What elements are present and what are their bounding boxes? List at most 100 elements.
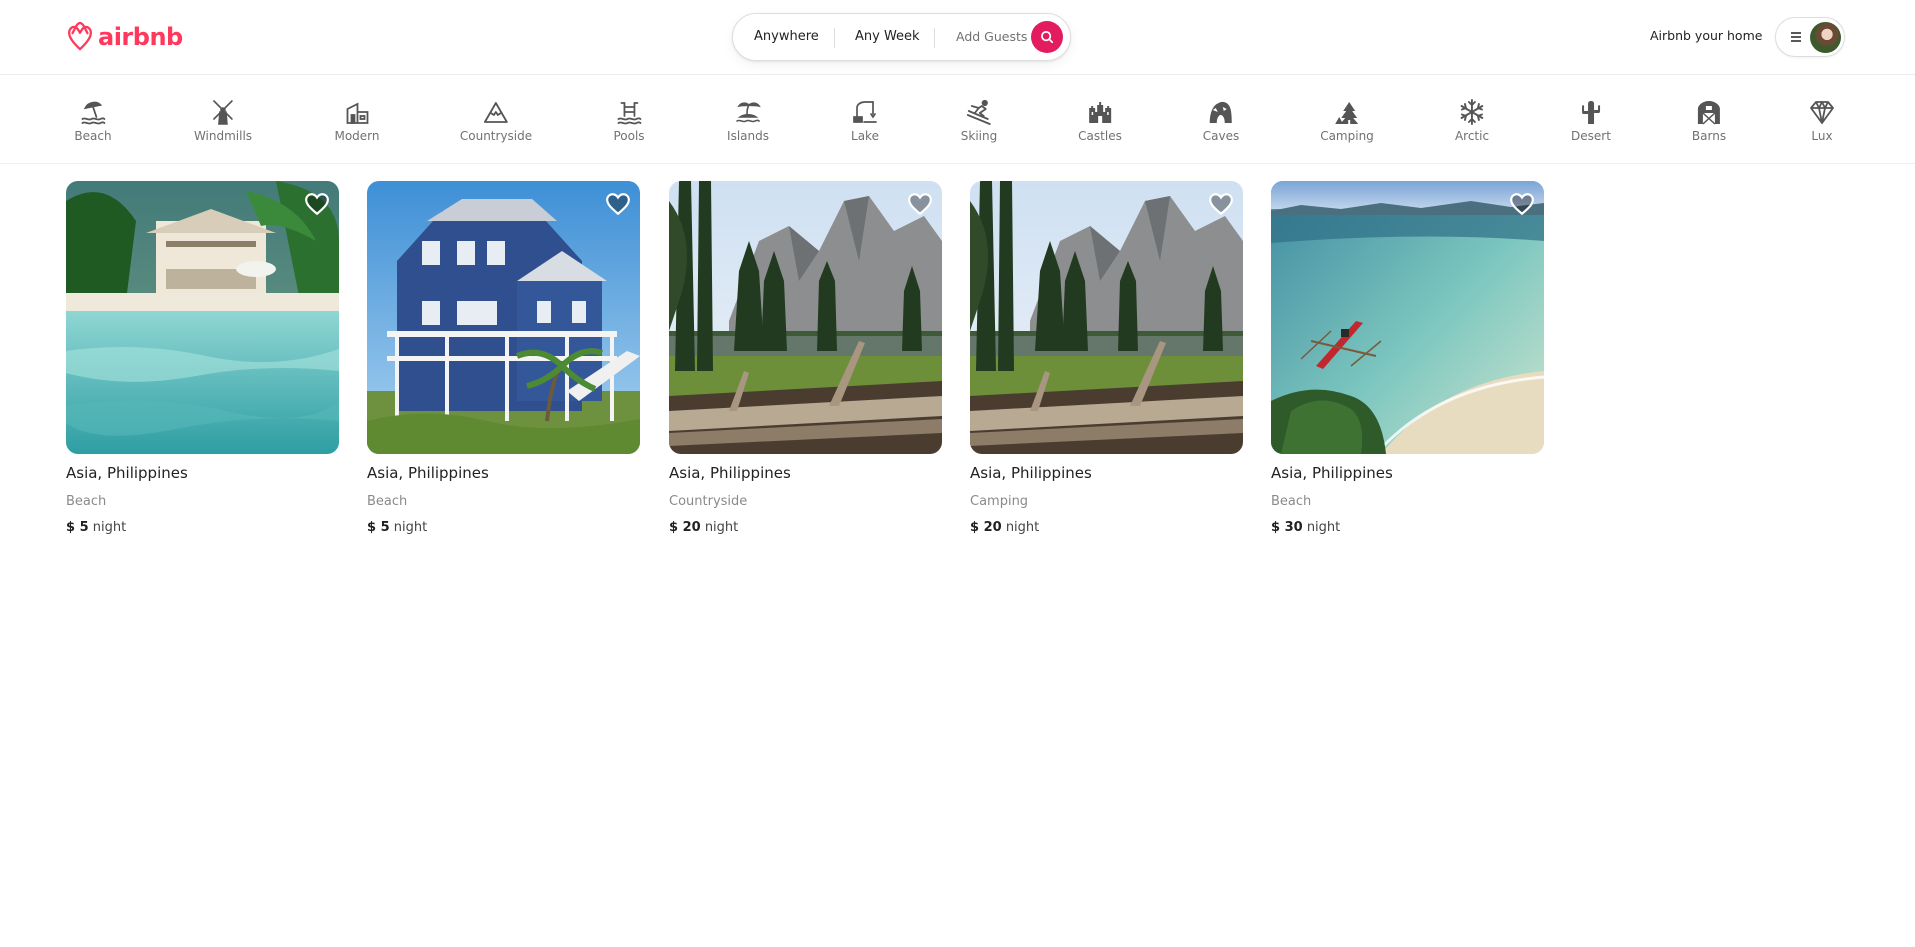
listing-category: Camping — [970, 494, 1029, 509]
category-islands[interactable]: Islands — [727, 98, 769, 143]
listing-photo[interactable] — [66, 181, 339, 454]
category-beach[interactable]: Beach — [74, 98, 112, 143]
camping-icon — [1334, 102, 1358, 124]
barn-icon — [1697, 101, 1720, 125]
listing-image — [970, 181, 1243, 454]
island-icon — [736, 102, 761, 123]
search-bar[interactable]: Anywhere Any Week Add Guests — [732, 13, 1071, 61]
search-divider — [934, 28, 935, 48]
category-castles[interactable]: Castles — [1078, 98, 1122, 143]
favorite-heart-icon[interactable] — [1509, 191, 1535, 217]
top-navbar: airbnb Anywhere Any Week Add Guests Airb… — [0, 0, 1915, 75]
diamond-icon — [1810, 101, 1834, 124]
listing-price: $ 5 night — [367, 520, 640, 535]
listing-card[interactable]: Asia, Philippines Beach $ 5 night — [66, 181, 339, 535]
airbnb-logo-icon — [68, 21, 92, 51]
category-countryside[interactable]: Countryside — [460, 98, 532, 143]
listing-location: Asia, Philippines — [367, 464, 489, 482]
category-bar: Beach Windmills Modern Countryside Pools… — [0, 76, 1915, 164]
price-currency: $ — [1271, 520, 1281, 535]
listing-card[interactable]: Asia, Philippines Camping $ 20 night — [970, 181, 1243, 535]
listing-location: Asia, Philippines — [970, 464, 1092, 482]
host-link[interactable]: Airbnb your home — [1650, 28, 1762, 43]
category-arctic[interactable]: Arctic — [1455, 98, 1489, 143]
listing-image — [669, 181, 942, 454]
listing-price: $ 30 night — [1271, 520, 1544, 535]
price-amount: 5 — [79, 520, 89, 535]
price-amount: 5 — [380, 520, 390, 535]
listing-category: Beach — [66, 494, 107, 509]
category-label: Arctic — [1454, 129, 1490, 143]
modern-house-icon — [346, 102, 368, 124]
favorite-heart-icon[interactable] — [605, 191, 631, 217]
listing-category: Beach — [1271, 494, 1312, 509]
listing-location: Asia, Philippines — [1271, 464, 1393, 482]
search-dates[interactable]: Any Week — [855, 29, 920, 44]
user-menu-button[interactable] — [1775, 17, 1845, 57]
listing-photo[interactable] — [970, 181, 1243, 454]
listing-card[interactable]: Asia, Philippines Countryside $ 20 night — [669, 181, 942, 535]
hamburger-menu-icon — [1791, 32, 1801, 42]
listing-image — [367, 181, 640, 454]
listing-price: $ 5 night — [66, 520, 339, 535]
category-windmills[interactable]: Windmills — [194, 98, 252, 143]
category-skiing[interactable]: Skiing — [961, 98, 997, 143]
search-guests[interactable]: Add Guests — [956, 29, 1027, 44]
favorite-heart-icon[interactable] — [304, 191, 330, 217]
mountain-icon — [484, 102, 508, 123]
listing-location: Asia, Philippines — [669, 464, 791, 482]
snowflake-icon — [1460, 99, 1484, 125]
search-button[interactable] — [1031, 21, 1063, 53]
category-label: Camping — [1320, 129, 1374, 143]
search-location[interactable]: Anywhere — [754, 29, 819, 44]
price-unit: night — [92, 520, 127, 535]
pool-icon — [617, 102, 641, 125]
listing-card[interactable]: Asia, Philippines Beach $ 30 night — [1271, 181, 1544, 535]
price-currency: $ — [669, 520, 679, 535]
category-lake[interactable]: Lake — [851, 98, 879, 143]
category-caves[interactable]: Caves — [1203, 98, 1239, 143]
category-label: Desert — [1571, 129, 1611, 143]
beach-icon — [81, 101, 105, 125]
category-label: Islands — [727, 129, 769, 143]
listing-price: $ 20 night — [970, 520, 1243, 535]
avatar — [1810, 22, 1841, 53]
category-label: Skiing — [960, 129, 998, 143]
category-camping[interactable]: Camping — [1320, 98, 1374, 143]
price-unit: night — [1005, 520, 1040, 535]
listing-card[interactable]: Asia, Philippines Beach $ 5 night — [367, 181, 640, 535]
cave-icon — [1210, 101, 1232, 123]
category-label: Lake — [851, 129, 879, 143]
search-icon — [1041, 31, 1054, 44]
category-barns[interactable]: Barns — [1692, 98, 1726, 143]
listing-category: Countryside — [669, 494, 748, 509]
category-desert[interactable]: Desert — [1571, 98, 1611, 143]
listing-image — [1271, 181, 1544, 454]
listing-location: Asia, Philippines — [66, 464, 188, 482]
category-pools[interactable]: Pools — [613, 98, 645, 143]
category-label: Windmills — [193, 129, 253, 143]
price-unit: night — [704, 520, 739, 535]
listing-category: Beach — [367, 494, 408, 509]
skier-icon — [967, 99, 991, 125]
price-currency: $ — [970, 520, 980, 535]
listing-image — [66, 181, 339, 454]
price-amount: 30 — [1284, 520, 1303, 535]
price-unit: night — [393, 520, 428, 535]
category-label: Caves — [1202, 129, 1240, 143]
favorite-heart-icon[interactable] — [907, 191, 933, 217]
category-modern[interactable]: Modern — [334, 98, 380, 143]
listing-photo[interactable] — [669, 181, 942, 454]
listing-photo[interactable] — [367, 181, 640, 454]
category-label: Lux — [1811, 129, 1833, 143]
category-label: Castles — [1078, 129, 1122, 143]
castle-icon — [1088, 102, 1111, 123]
category-lux[interactable]: Lux — [1808, 98, 1836, 143]
search-divider — [834, 28, 835, 48]
listing-photo[interactable] — [1271, 181, 1544, 454]
price-amount: 20 — [983, 520, 1002, 535]
cactus-icon — [1582, 101, 1600, 124]
category-label: Pools — [613, 129, 645, 143]
airbnb-logo[interactable]: airbnb — [65, 19, 183, 55]
favorite-heart-icon[interactable] — [1208, 191, 1234, 217]
